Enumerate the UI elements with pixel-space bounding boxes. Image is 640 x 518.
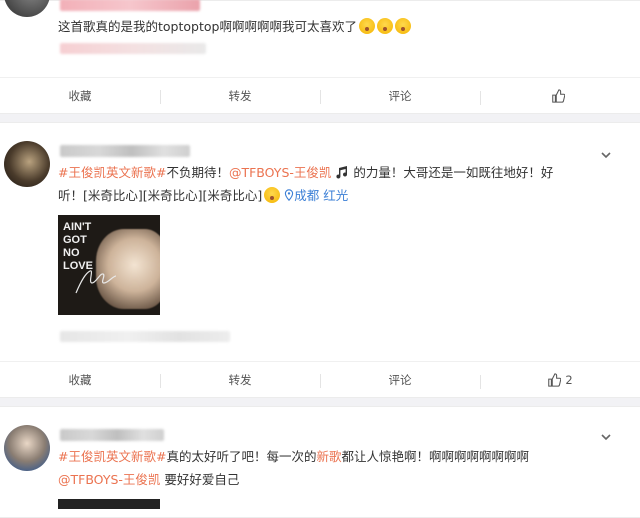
avatar[interactable] <box>4 0 50 17</box>
like-button[interactable] <box>480 89 640 105</box>
post-meta-blurred <box>60 43 206 54</box>
thumbs-up-icon <box>548 373 562 387</box>
mention-link[interactable]: @TFBOYS-王俊凯 <box>58 472 160 487</box>
surprised-emoji-icon <box>376 18 393 34</box>
post-text-main: 这首歌真的是我的toptoptop啊啊啊啊啊我可太喜欢了 <box>58 19 357 34</box>
hashtag-link[interactable]: #王俊凯英文新歌# <box>58 165 166 180</box>
avatar[interactable] <box>4 141 50 187</box>
thumbs-up-icon <box>552 89 565 103</box>
post-text: #王俊凯英文新歌#真的太好听了吧！每一次的新歌都让人惊艳啊！啊啊啊啊啊啊啊啊 @… <box>58 449 529 487</box>
post-card-2: #王俊凯英文新歌#不负期待！@TFBOYS-王俊凯 的力量！大哥还是一如既往地好… <box>0 122 640 398</box>
avatar[interactable] <box>4 425 50 471</box>
repost-button[interactable]: 转发 <box>160 372 320 388</box>
signature-scribble <box>75 270 117 294</box>
location-link[interactable]: 成都 <box>284 188 323 203</box>
post-text: 这首歌真的是我的toptoptop啊啊啊啊啊我可太喜欢了 <box>58 15 578 38</box>
hashtag-link[interactable]: #王俊凯英文新歌# <box>58 449 166 464</box>
mention-link[interactable]: @TFBOYS-王俊凯 <box>229 165 331 180</box>
comment-button[interactable]: 评论 <box>320 372 480 388</box>
comment-button[interactable]: 评论 <box>320 88 480 104</box>
action-bar: 收藏 转发 评论 2 <box>0 361 640 398</box>
music-note-icon <box>336 166 348 179</box>
surprised-emoji-icon <box>358 18 375 34</box>
post-text: #王俊凯英文新歌#不负期待！@TFBOYS-王俊凯 的力量！大哥还是一如既往地好… <box>58 165 554 203</box>
repost-button[interactable]: 转发 <box>160 88 320 104</box>
username-blurred <box>60 0 200 11</box>
favorite-button[interactable]: 收藏 <box>0 372 160 388</box>
post-card-1: 这首歌真的是我的toptoptop啊啊啊啊啊我可太喜欢了 收藏 转发 评论 <box>0 0 640 114</box>
chevron-down-icon[interactable] <box>600 431 612 443</box>
favorite-button[interactable]: 收藏 <box>0 88 160 104</box>
location-pin-icon <box>285 189 294 202</box>
kiss-emoji-icon <box>264 187 281 203</box>
like-count: 2 <box>565 373 573 387</box>
post-meta-blurred <box>60 331 230 342</box>
post-image-partial[interactable] <box>58 499 160 509</box>
surprised-emoji-icon <box>394 18 411 34</box>
action-bar: 收藏 转发 评论 <box>0 77 640 114</box>
like-button[interactable]: 2 <box>480 373 640 389</box>
username-blurred <box>60 145 190 157</box>
username-blurred <box>60 429 164 441</box>
location-detail: 红光 <box>323 188 349 203</box>
highlight-keyword: 新歌 <box>316 449 342 464</box>
chevron-down-icon[interactable] <box>600 149 612 161</box>
post-image[interactable]: AIN'T GOT NO LOVE <box>58 215 160 315</box>
post-card-3: #王俊凯英文新歌#真的太好听了吧！每一次的新歌都让人惊艳啊！啊啊啊啊啊啊啊啊 @… <box>0 406 640 518</box>
